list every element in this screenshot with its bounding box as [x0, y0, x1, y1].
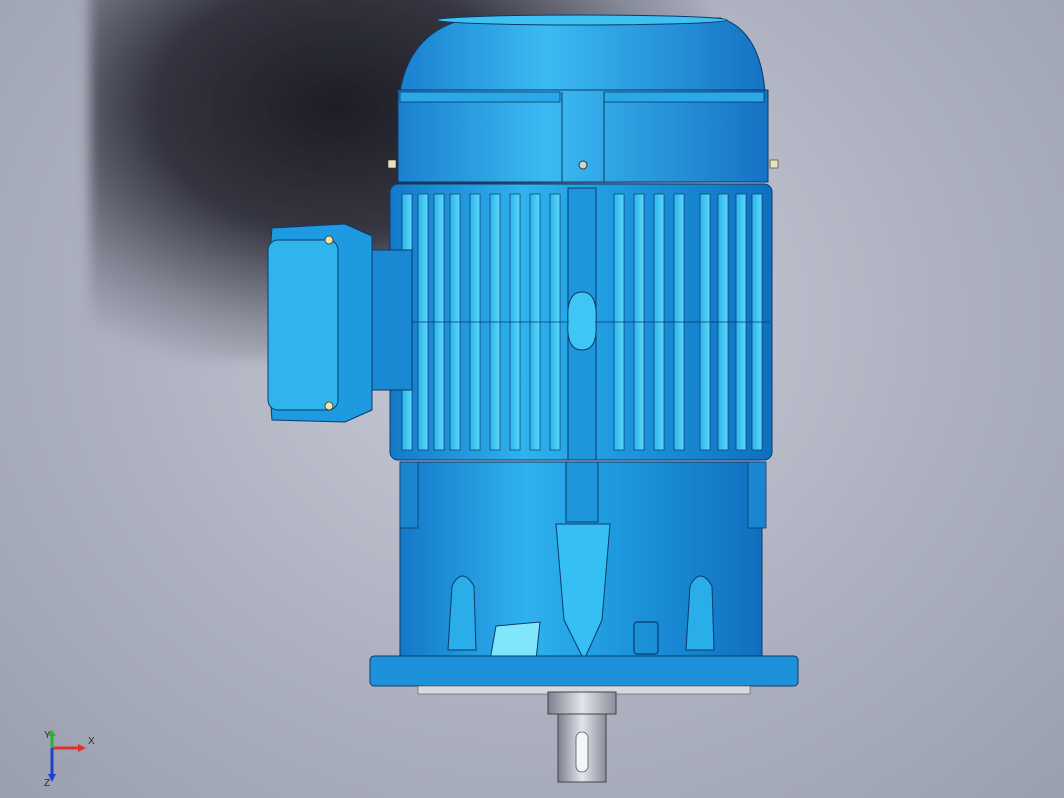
fan-cover-dome [399, 17, 766, 93]
mounting-flange [369, 655, 799, 687]
motor-model[interactable] [0, 0, 1064, 798]
x-axis-label: X [88, 736, 95, 747]
z-axis-label: Z [44, 778, 50, 789]
coordinate-triad: X Y Z [44, 730, 95, 789]
terminal-box-neck [371, 249, 413, 391]
rib-left [447, 575, 477, 651]
y-axis-label: Y [44, 730, 51, 741]
shaft-key [575, 731, 589, 773]
rib-right [685, 575, 715, 651]
nameplate [489, 621, 541, 661]
dome-rim [436, 14, 728, 26]
cover-screw [578, 160, 588, 170]
3d-viewport[interactable]: X Y Z [0, 0, 1064, 798]
shaft-collar [547, 691, 617, 715]
lifting-eye [567, 291, 597, 351]
terminal-box-lid [267, 239, 339, 411]
